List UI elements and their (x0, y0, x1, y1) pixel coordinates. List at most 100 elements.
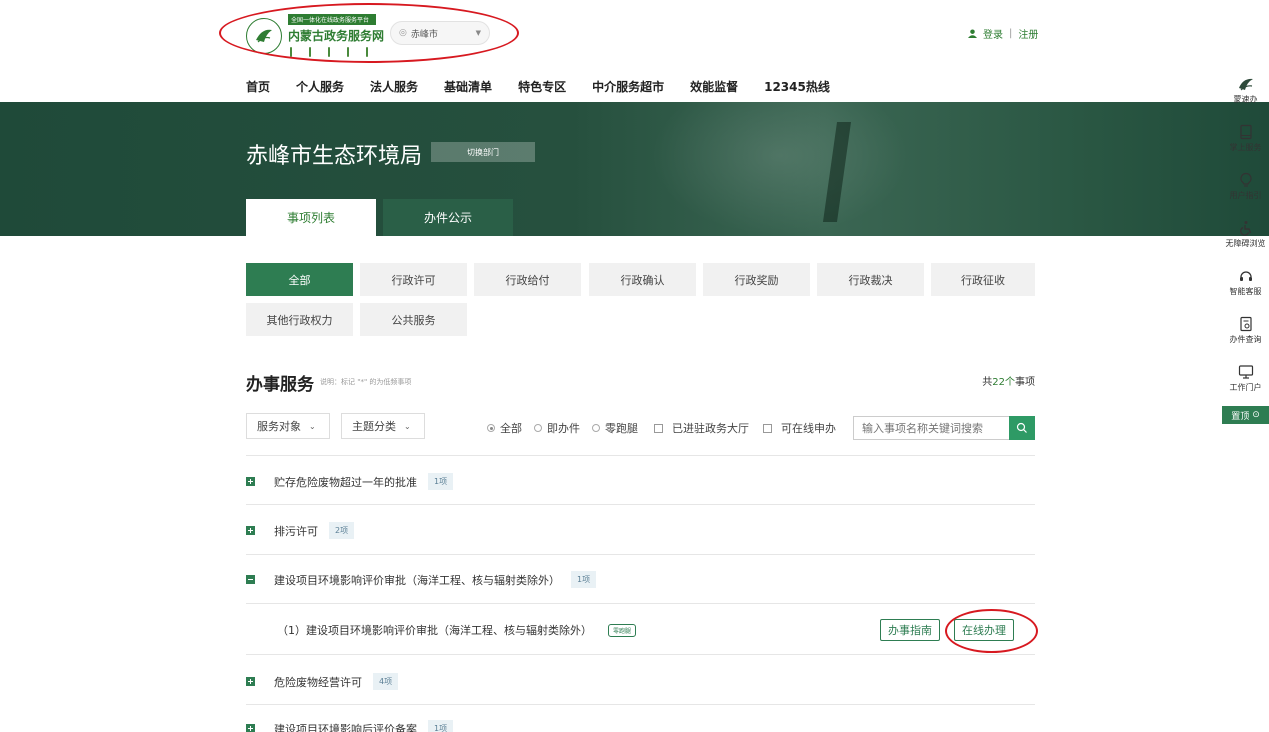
divider (246, 504, 1035, 505)
nav-supervision[interactable]: 效能监督 (690, 78, 738, 95)
filter-zero-run-radio[interactable]: 零跑腿 (592, 420, 638, 436)
auth-separator: | (1009, 28, 1013, 39)
logo-decoration (288, 47, 384, 57)
sidebar-label: 蒙速办 (1233, 94, 1258, 104)
dropdown-target-label: 服务对象 (257, 420, 301, 433)
sidebar-item-customer-service[interactable]: 智能客服 (1222, 258, 1269, 306)
tablet-icon (1239, 124, 1252, 139)
sidebar-label: 用户指引 (1229, 190, 1262, 200)
filter-all-label: 全部 (500, 422, 522, 435)
sub-item-row: （1）建设项目环境影响评价审批（海洋工程、核与辐射类除外） 零跑腿 (277, 622, 637, 638)
sidebar-item-guide[interactable]: 用户指引 (1222, 162, 1269, 210)
checkbox-icon (654, 423, 663, 433)
collapse-minus-icon[interactable] (246, 575, 255, 584)
tab-case-notice[interactable]: 办件公示 (383, 199, 513, 236)
category-other-power[interactable]: 其他行政权力 (246, 303, 353, 336)
site-logo[interactable]: 全国一体化在线政务服务平台 内蒙古政务服务网 (246, 14, 384, 57)
login-link[interactable]: 登录 (983, 26, 1003, 41)
nav-special-zone[interactable]: 特色专区 (518, 78, 566, 95)
tab-item-list[interactable]: 事项列表 (246, 199, 376, 236)
register-link[interactable]: 注册 (1018, 26, 1038, 41)
category-confirmation[interactable]: 行政确认 (589, 263, 696, 296)
headset-icon (1239, 270, 1252, 281)
filter-online-checkbox[interactable]: 可在线申办 (763, 420, 836, 436)
sidebar-label: 无障碍浏览 (1225, 238, 1266, 248)
expand-plus-icon[interactable] (246, 526, 255, 535)
category-ruling[interactable]: 行政裁决 (817, 263, 924, 296)
right-sidebar: 蒙速办 掌上服务 用户指引 无障碍浏览 智能客服 办件查询 工作门户 置顶 ⊙ (1222, 66, 1269, 424)
dropdown-theme-label: 主题分类 (352, 420, 396, 433)
city-select[interactable]: ◎ 赤峰市 ▼ (390, 21, 490, 45)
sidebar-item-accessibility[interactable]: 无障碍浏览 (1222, 210, 1269, 258)
logo-main-text: 内蒙古政务服务网 (288, 29, 385, 43)
category-levy[interactable]: 行政征收 (931, 263, 1035, 296)
service-target-dropdown[interactable]: 服务对象 ⌄ (246, 413, 330, 439)
category-reward[interactable]: 行政奖励 (703, 263, 810, 296)
wheelchair-icon (1239, 220, 1251, 236)
switch-department-button[interactable]: 切换部门 (431, 142, 535, 162)
category-payment[interactable]: 行政给付 (474, 263, 581, 296)
item-count-badge: 1项 (428, 720, 454, 732)
nav-corporate[interactable]: 法人服务 (370, 78, 418, 95)
nav-personal[interactable]: 个人服务 (296, 78, 344, 95)
item-count-badge: 2项 (329, 522, 355, 539)
list-item[interactable]: 贮存危险废物超过一年的批准 1项 (246, 473, 1035, 490)
divider (246, 704, 1035, 705)
department-title: 赤峰市生态环境局 (246, 144, 423, 169)
divider (246, 554, 1035, 555)
nav-home[interactable]: 首页 (246, 78, 270, 95)
sidebar-item-mobile[interactable]: 掌上服务 (1222, 114, 1269, 162)
filter-online-label: 可在线申办 (781, 422, 836, 435)
list-item[interactable]: 排污许可 2项 (246, 522, 1035, 539)
list-item[interactable]: 建设项目环境影响后评价备案 1项 (246, 720, 1035, 732)
item-name: 建设项目环境影响评价审批（海洋工程、核与辐射类除外） (274, 573, 560, 587)
filter-hall-checkbox[interactable]: 已进驻政务大厅 (654, 420, 749, 436)
sidebar-label: 办件查询 (1229, 334, 1262, 344)
lightbulb-icon (1239, 172, 1252, 187)
radio-checked-icon (487, 424, 495, 432)
nav-basic-list[interactable]: 基础清单 (444, 78, 492, 95)
sidebar-label: 掌上服务 (1229, 142, 1262, 152)
expand-plus-icon[interactable] (246, 724, 255, 732)
item-count-badge: 4项 (373, 673, 399, 690)
search-button[interactable] (1009, 416, 1035, 440)
nav-agency-market[interactable]: 中介服务超市 (592, 78, 664, 95)
service-note: 说明：标记 "*" 的为低频事项 (320, 378, 412, 386)
online-apply-button[interactable]: 在线办理 (954, 619, 1014, 641)
item-count-badge: 1项 (428, 473, 454, 490)
theme-category-dropdown[interactable]: 主题分类 ⌄ (341, 413, 425, 439)
divider (246, 603, 1035, 604)
expand-plus-icon[interactable] (246, 477, 255, 486)
sidebar-item-work-portal[interactable]: 工作门户 (1222, 354, 1269, 402)
service-guide-button[interactable]: 办事指南 (880, 619, 940, 641)
item-name: 建设项目环境影响后评价备案 (274, 722, 417, 732)
search-input[interactable] (853, 416, 1010, 440)
item-name: 贮存危险废物超过一年的批准 (274, 475, 417, 489)
expand-plus-icon[interactable] (246, 677, 255, 686)
site-header: 全国一体化在线政务服务平台 内蒙古政务服务网 ◎ 赤峰市 ▼ 登录 | 注册 首… (0, 0, 1269, 102)
category-all[interactable]: 全部 (246, 263, 353, 296)
divider (246, 455, 1035, 456)
banner-background-image (650, 102, 910, 236)
department-banner: 赤峰市生态环境局 切换部门 事项列表 办件公示 (0, 102, 1269, 236)
filter-instant-label: 即办件 (547, 422, 580, 435)
list-item[interactable]: 危险废物经营许可 4项 (246, 673, 1035, 690)
sidebar-item-case-query[interactable]: 办件查询 (1222, 306, 1269, 354)
category-public-service[interactable]: 公共服务 (360, 303, 467, 336)
category-license[interactable]: 行政许可 (360, 263, 467, 296)
filter-all-radio[interactable]: 全部 (487, 420, 522, 436)
sidebar-label: 工作门户 (1229, 382, 1262, 392)
sidebar-item-mengsuban[interactable]: 蒙速办 (1222, 66, 1269, 114)
filter-instant-radio[interactable]: 即办件 (534, 420, 580, 436)
page: 全国一体化在线政务服务平台 内蒙古政务服务网 ◎ 赤峰市 ▼ 登录 | 注册 首… (0, 0, 1269, 732)
sub-item-name[interactable]: （1）建设项目环境影响评价审批（海洋工程、核与辐射类除外） (277, 622, 592, 638)
list-item[interactable]: 建设项目环境影响评价审批（海洋工程、核与辐射类除外） 1项 (246, 571, 1035, 588)
radio-icon (592, 424, 600, 432)
logo-emblem-icon (246, 17, 282, 54)
count-suffix: 事项 (1015, 377, 1035, 388)
nav-hotline[interactable]: 12345热线 (764, 78, 830, 95)
back-to-top-label: 置顶 (1231, 411, 1250, 422)
zero-run-tag: 零跑腿 (608, 623, 637, 637)
logo-top-text: 全国一体化在线政务服务平台 (288, 14, 376, 25)
back-to-top-button[interactable]: 置顶 ⊙ (1222, 406, 1269, 424)
